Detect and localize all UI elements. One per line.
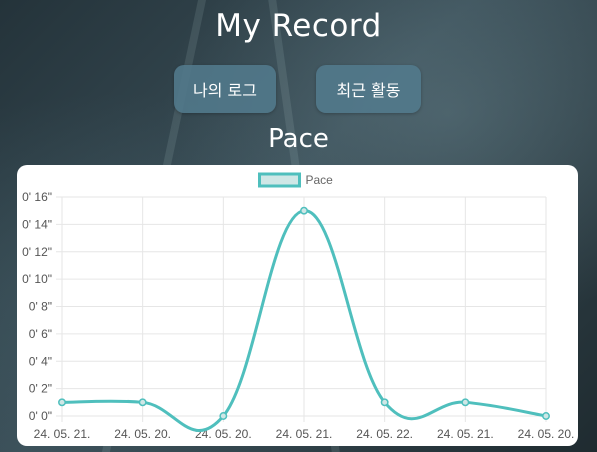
- y-tick-label: 0' 16": [22, 190, 52, 204]
- pace-data-point: [380, 398, 389, 407]
- x-tick-label: 24. 05. 21.: [34, 427, 91, 441]
- legend-swatch: [258, 172, 301, 188]
- my-log-button[interactable]: 나의 로그: [174, 65, 276, 113]
- pace-data-point: [58, 398, 66, 407]
- pace-data-point: [300, 206, 308, 215]
- y-tick-label: 0' 14": [22, 217, 52, 231]
- y-tick-label: 0' 0": [29, 409, 52, 423]
- x-tick-label: 24. 05. 22.: [356, 427, 413, 441]
- x-tick-label: 24. 05. 20.: [518, 427, 575, 441]
- chart-heading: Pace: [268, 124, 329, 154]
- pace-chart: 0' 0" 0' 2" 0' 4" 0' 6" 0' 8" 0' 10" 0' 12" 0' …: [22, 172, 575, 441]
- x-tick-label: 24. 05. 21.: [437, 427, 494, 441]
- y-tick-label: 0' 8": [29, 300, 52, 314]
- pace-data-point: [138, 398, 147, 407]
- y-tick-label: 0' 2": [29, 382, 52, 396]
- pace-data-point: [461, 398, 470, 407]
- recent-activity-button[interactable]: 최근 활동: [316, 65, 421, 113]
- y-tick-label: 0' 10": [22, 272, 52, 286]
- pace-data-point: [542, 412, 550, 420]
- pace-data-point: [219, 412, 228, 420]
- chart-card: 0' 0" 0' 2" 0' 4" 0' 6" 0' 8" 0' 10" 0' 12" 0' …: [17, 165, 578, 446]
- y-tick-label: 0' 4": [29, 354, 52, 368]
- x-tick-label: 24. 05. 20.: [114, 427, 171, 441]
- page-title: My Record: [215, 8, 382, 44]
- y-tick-label: 0' 12": [22, 245, 52, 259]
- y-tick-label: 0' 6": [29, 327, 52, 341]
- legend-label: Pace: [306, 173, 334, 187]
- x-tick-label: 24. 05. 21.: [276, 427, 333, 441]
